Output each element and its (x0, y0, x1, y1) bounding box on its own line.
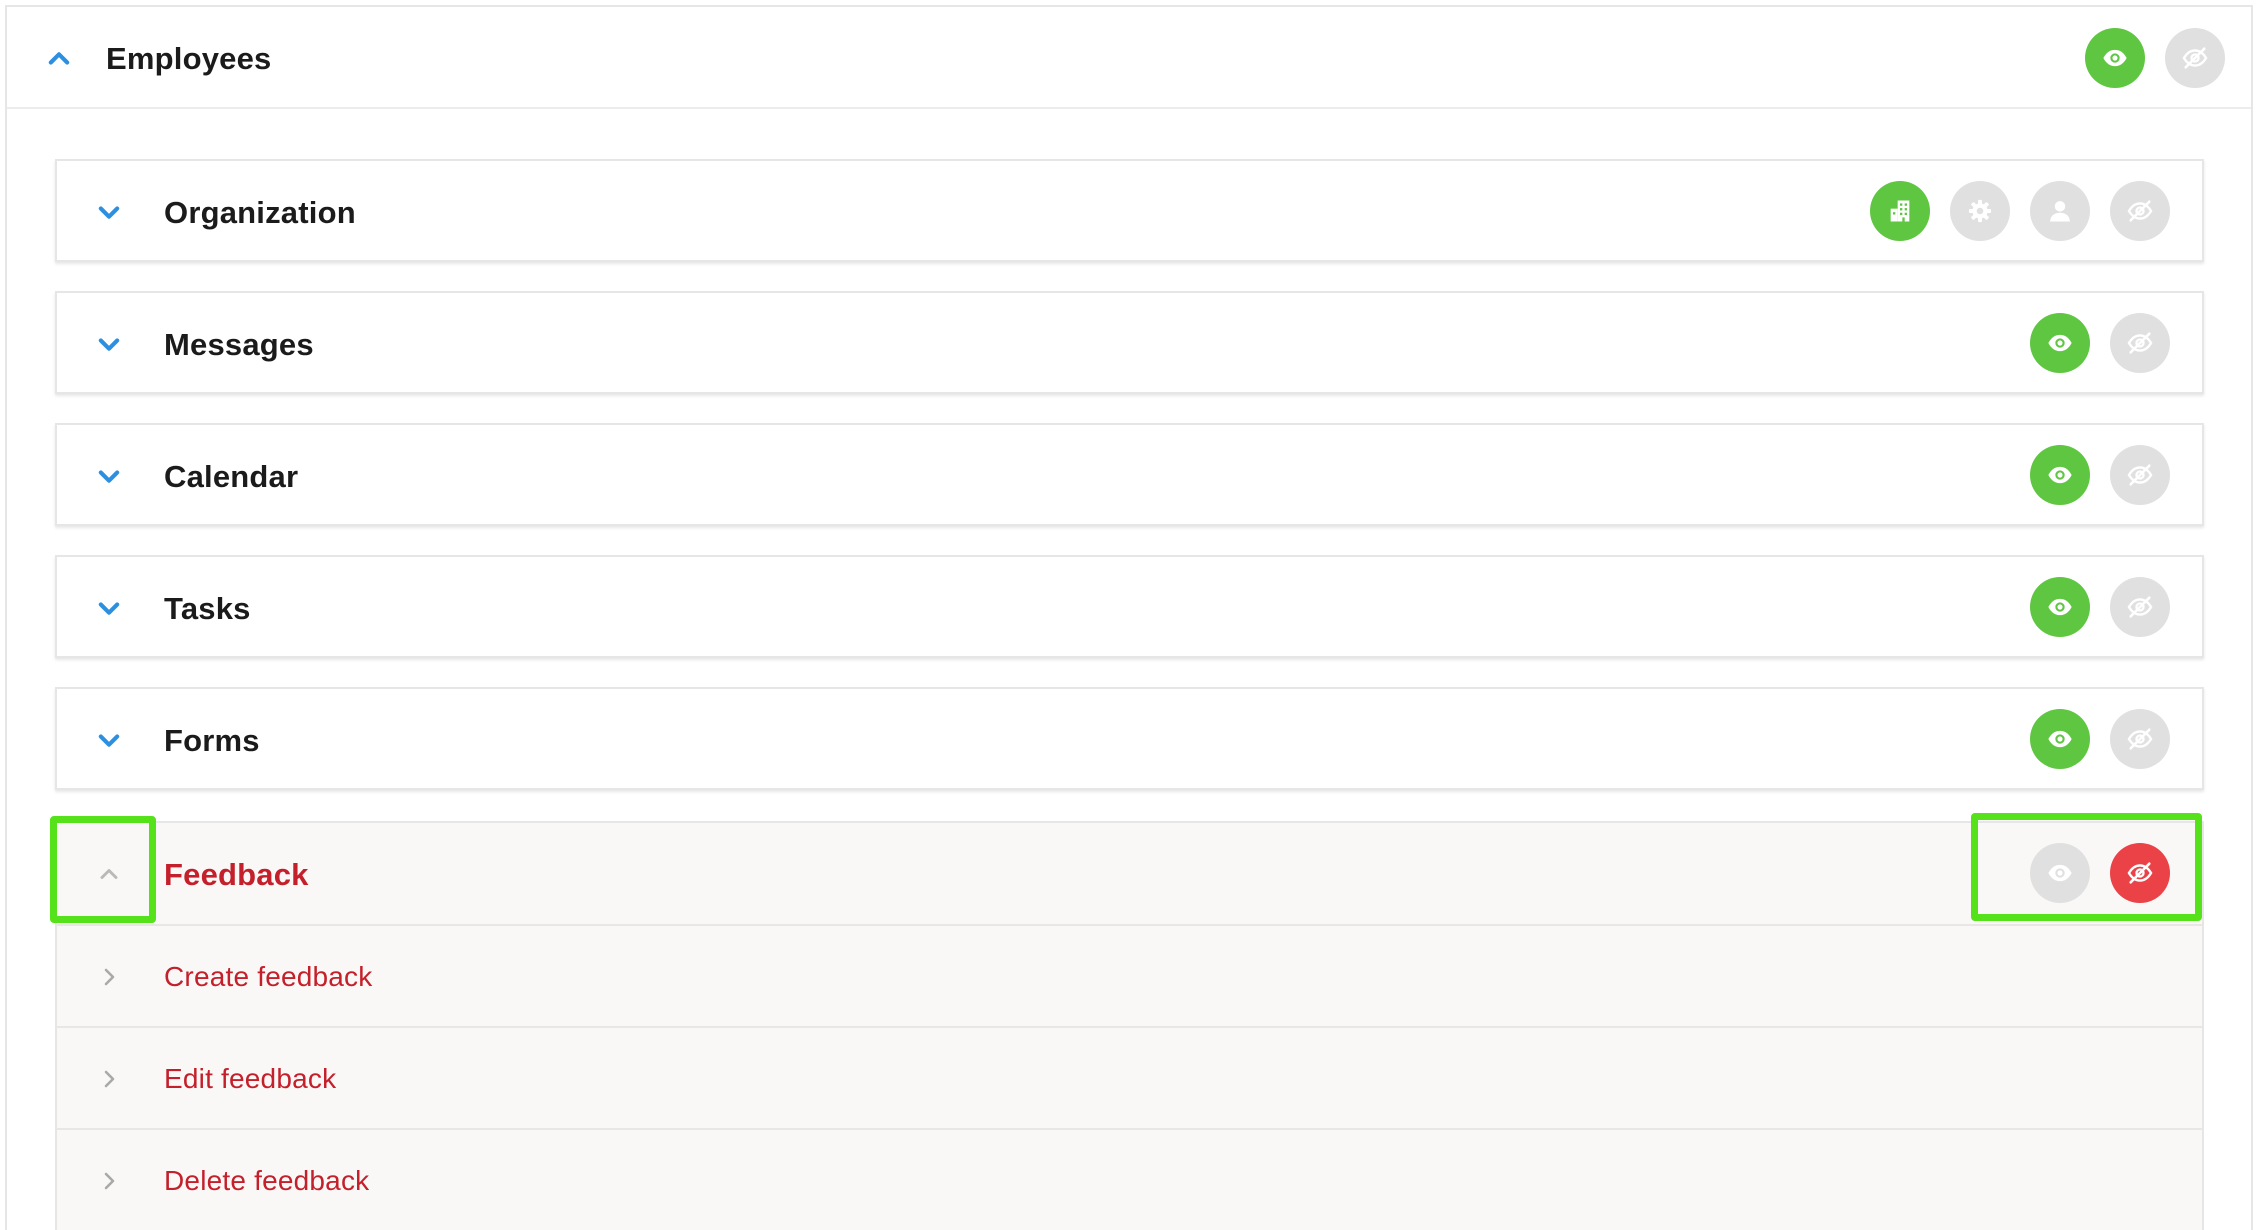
eye-icon (2048, 864, 2072, 882)
show-button[interactable] (2030, 445, 2090, 505)
chevron-down-icon[interactable] (95, 594, 123, 622)
eye-icon (2048, 466, 2072, 484)
hide-button[interactable] (2110, 577, 2170, 637)
panel-title: Tasks (164, 591, 251, 626)
page-title: Employees (106, 41, 272, 76)
panel-title: Feedback (164, 857, 309, 892)
eye-slash-icon (2127, 862, 2153, 884)
panel-title: Organization (164, 195, 356, 230)
show-all-button[interactable] (2085, 28, 2145, 88)
panel-organization[interactable]: Organization (55, 159, 2204, 262)
list-item[interactable]: Edit feedback (57, 1028, 2202, 1130)
hide-button[interactable] (2110, 181, 2170, 241)
eye-slash-icon (2182, 47, 2208, 69)
chevron-right-icon (104, 968, 115, 986)
panel-title: Messages (164, 327, 314, 362)
panel-messages[interactable]: Messages (55, 291, 2204, 394)
feedback-header[interactable]: Feedback (57, 823, 2202, 926)
eye-slash-icon (2127, 596, 2153, 618)
eye-icon (2048, 730, 2072, 748)
eye-icon (2048, 334, 2072, 352)
chevron-down-icon[interactable] (95, 726, 123, 754)
chevron-down-icon[interactable] (95, 462, 123, 490)
list-item[interactable]: Create feedback (57, 926, 2202, 1028)
building-icon (1890, 200, 1910, 222)
employees-header[interactable]: Employees (7, 7, 2251, 109)
user-scope-button[interactable] (2030, 181, 2090, 241)
panel-title: Forms (164, 723, 260, 758)
eye-icon (2048, 598, 2072, 616)
organization-scope-button[interactable] (1870, 181, 1930, 241)
panel-feedback: Feedback Create feedback Edit feedback D… (55, 821, 2204, 1230)
eye-slash-icon (2127, 464, 2153, 486)
employees-permissions-card: Employees Organization Messages Calendar… (5, 5, 2253, 1230)
hide-button[interactable] (2110, 313, 2170, 373)
permission-label: Edit feedback (164, 1063, 337, 1094)
hide-button[interactable] (2110, 843, 2170, 903)
permission-label: Delete feedback (164, 1165, 370, 1196)
show-button[interactable] (2030, 843, 2090, 903)
hide-button[interactable] (2110, 709, 2170, 769)
panel-title: Calendar (164, 459, 299, 494)
list-item[interactable]: Delete feedback (57, 1130, 2202, 1230)
settings-scope-button[interactable] (1950, 181, 2010, 241)
chevron-right-icon (104, 1172, 115, 1190)
chevron-down-icon[interactable] (95, 198, 123, 226)
eye-slash-icon (2127, 728, 2153, 750)
panel-forms[interactable]: Forms (55, 687, 2204, 790)
hide-button[interactable] (2110, 445, 2170, 505)
show-button[interactable] (2030, 313, 2090, 373)
chevron-up-icon[interactable] (95, 860, 123, 888)
show-button[interactable] (2030, 577, 2090, 637)
chevron-up-icon[interactable] (45, 45, 73, 73)
gear-icon (1968, 199, 1992, 223)
permission-label: Create feedback (164, 961, 373, 992)
eye-slash-icon (2127, 332, 2153, 354)
panel-tasks[interactable]: Tasks (55, 555, 2204, 658)
show-button[interactable] (2030, 709, 2090, 769)
eye-slash-icon (2127, 200, 2153, 222)
eye-icon (2103, 49, 2127, 67)
chevron-right-icon (104, 1070, 115, 1088)
chevron-down-icon[interactable] (95, 330, 123, 358)
hide-all-button[interactable] (2165, 28, 2225, 88)
panel-calendar[interactable]: Calendar (55, 423, 2204, 526)
user-icon (2050, 201, 2070, 222)
